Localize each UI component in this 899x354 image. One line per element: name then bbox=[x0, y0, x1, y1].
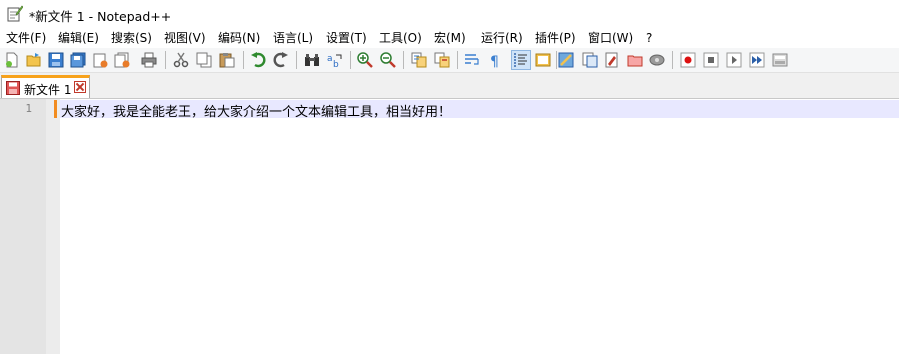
undo-icon[interactable] bbox=[250, 52, 266, 68]
stop-macro-icon[interactable] bbox=[703, 52, 719, 68]
tab-new-file-1[interactable]: 新文件 1 bbox=[1, 75, 90, 98]
zoom-in-icon[interactable] bbox=[357, 52, 373, 68]
toolbar-separator bbox=[350, 51, 351, 69]
toolbar-separator bbox=[165, 51, 166, 69]
line-number: 1 bbox=[25, 102, 32, 115]
toolbar-separator bbox=[296, 51, 297, 69]
text-line[interactable]: 大家好，我是全能老王，给大家介绍一个文本编辑工具，相当好用！ bbox=[61, 101, 451, 120]
print-icon[interactable] bbox=[141, 52, 157, 68]
title-bar: *新文件 1 - Notepad++ bbox=[0, 0, 899, 28]
toolbar-separator bbox=[556, 51, 557, 69]
replace-icon[interactable]: ab bbox=[327, 52, 343, 68]
eye-icon[interactable] bbox=[649, 52, 665, 68]
sync-horizontal-icon[interactable] bbox=[434, 52, 450, 68]
paste-icon[interactable] bbox=[219, 52, 235, 68]
function-list-icon[interactable] bbox=[558, 52, 574, 68]
save-icon[interactable] bbox=[48, 52, 64, 68]
svg-text:a: a bbox=[327, 54, 333, 64]
menu-settings[interactable]: 设置(T) bbox=[326, 31, 367, 45]
menu-plugins[interactable]: 插件(P) bbox=[535, 31, 576, 45]
zoom-out-icon[interactable] bbox=[380, 52, 396, 68]
redo-icon[interactable] bbox=[273, 52, 289, 68]
menu-search[interactable]: 搜索(S) bbox=[111, 31, 152, 45]
menu-edit[interactable]: 编辑(E) bbox=[58, 31, 99, 45]
menu-file[interactable]: 文件(F) bbox=[6, 31, 46, 45]
folder-workspace-icon[interactable] bbox=[582, 52, 598, 68]
notepad-app-icon bbox=[7, 5, 23, 22]
toolbar-separator bbox=[457, 51, 458, 69]
close-icon[interactable] bbox=[92, 52, 108, 68]
new-file-icon[interactable] bbox=[4, 52, 20, 68]
copy-icon[interactable] bbox=[196, 52, 212, 68]
doc-switcher-icon[interactable] bbox=[604, 52, 620, 68]
save-macro-icon[interactable] bbox=[772, 52, 788, 68]
close-all-icon[interactable] bbox=[114, 52, 130, 68]
sync-vertical-icon[interactable] bbox=[411, 52, 427, 68]
menu-language[interactable]: 语言(L) bbox=[273, 31, 313, 45]
cut-icon[interactable] bbox=[173, 52, 189, 68]
menu-bar: 文件(F) 编辑(E) 搜索(S) 视图(V) 编码(N) 语言(L) 设置(T… bbox=[0, 28, 899, 48]
play-macro-icon[interactable] bbox=[726, 52, 742, 68]
doc-map-icon[interactable] bbox=[535, 52, 551, 68]
open-file-icon[interactable] bbox=[26, 52, 42, 68]
fold-margin[interactable] bbox=[46, 99, 60, 354]
menu-window[interactable]: 窗口(W) bbox=[588, 31, 633, 45]
monitoring-icon[interactable] bbox=[627, 52, 643, 68]
tab-bar: 新文件 1 bbox=[0, 73, 899, 99]
menu-view[interactable]: 视图(V) bbox=[164, 31, 206, 45]
show-all-chars-icon[interactable]: ¶ bbox=[487, 52, 503, 68]
tab-close-icon[interactable] bbox=[74, 81, 86, 93]
line-number-gutter: 1 bbox=[0, 99, 46, 354]
unsaved-file-icon bbox=[6, 81, 20, 95]
word-wrap-icon[interactable] bbox=[464, 52, 480, 68]
run-macro-multiple-icon[interactable] bbox=[749, 52, 765, 68]
indent-guide-icon[interactable] bbox=[513, 52, 529, 68]
svg-text:¶: ¶ bbox=[490, 54, 499, 68]
save-all-icon[interactable] bbox=[70, 52, 86, 68]
menu-encoding[interactable]: 编码(N) bbox=[218, 31, 260, 45]
editor-area[interactable]: 1 大家好，我是全能老王，给大家介绍一个文本编辑工具，相当好用！ bbox=[0, 99, 899, 354]
menu-tools[interactable]: 工具(O) bbox=[379, 31, 422, 45]
change-history-marker bbox=[54, 100, 57, 118]
tab-label: 新文件 1 bbox=[24, 83, 72, 97]
svg-text:b: b bbox=[333, 60, 339, 68]
window-title: *新文件 1 - Notepad++ bbox=[29, 9, 172, 24]
menu-help[interactable]: ? bbox=[646, 31, 652, 45]
toolbar-separator bbox=[243, 51, 244, 69]
menu-macro[interactable]: 宏(M) bbox=[434, 31, 466, 45]
record-macro-icon[interactable] bbox=[680, 52, 696, 68]
toolbar-separator bbox=[672, 51, 673, 69]
menu-run[interactable]: 运行(R) bbox=[481, 31, 523, 45]
toolbar: ab ¶ bbox=[0, 48, 899, 73]
toolbar-separator bbox=[403, 51, 404, 69]
find-icon[interactable] bbox=[304, 52, 320, 68]
